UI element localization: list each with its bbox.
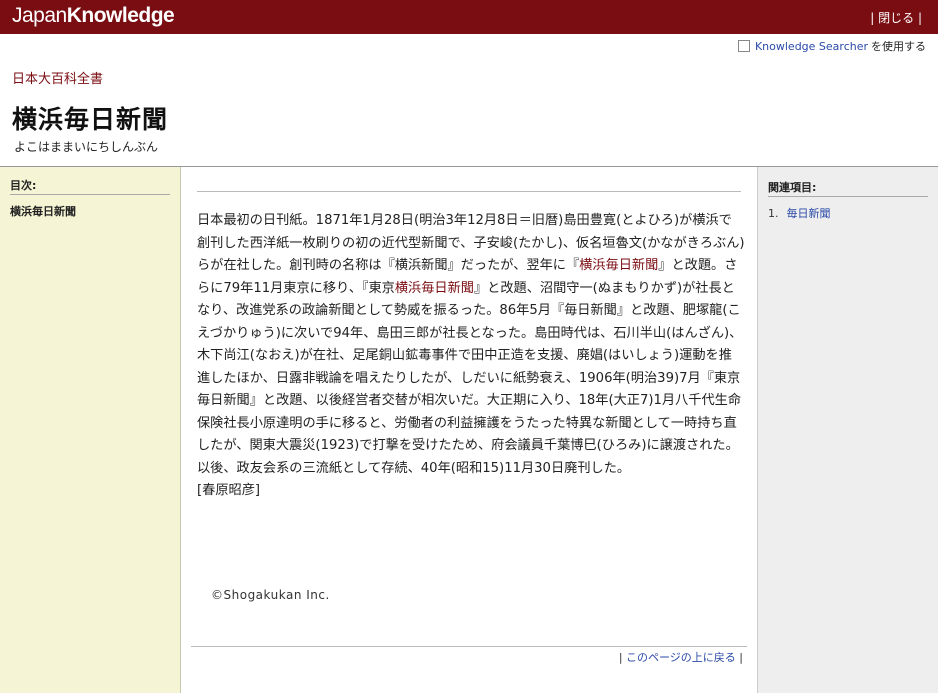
knowledge-searcher-suffix: を使用する [871, 40, 926, 53]
article-bottom-divider [191, 646, 747, 647]
toc-heading: 目次: [10, 179, 37, 192]
article-main: 日本最初の日刊紙。1871年1月28日(明治3年12月8日＝旧暦)島田豊寛(とよ… [181, 167, 757, 693]
title-reading: よこはままいにちしんぶん [14, 140, 159, 154]
body-link-yokohama-mainichi-2[interactable]: 横浜毎日新聞 [395, 281, 474, 296]
close-button[interactable]: | 閉じる | [870, 9, 922, 26]
toc-divider [10, 194, 170, 195]
top-bar: JapanKnowledge | 閉じる | [0, 0, 938, 34]
toc-sidebar: 目次: 横浜毎日新聞 [0, 167, 181, 693]
source-dictionary-label: 日本大百科全書 [12, 72, 104, 87]
page-title: 横浜毎日新聞 [12, 105, 169, 134]
knowledge-searcher-link[interactable]: Knowledge Searcher [755, 40, 868, 53]
toc-item[interactable]: 横浜毎日新聞 [10, 203, 76, 219]
article-top-divider [197, 191, 741, 192]
close-label[interactable]: | 閉じる | [870, 11, 922, 25]
body-link-yokohama-mainichi[interactable]: 横浜毎日新聞 [579, 258, 658, 273]
related-divider [768, 196, 928, 197]
related-item-number: 1. [768, 207, 779, 220]
related-item: 1. 毎日新聞 [768, 205, 831, 221]
article-author: [春原昭彦] [197, 483, 261, 498]
related-item-link[interactable]: 毎日新聞 [787, 207, 831, 220]
article-body: 日本最初の日刊紙。1871年1月28日(明治3年12月8日＝旧暦)島田豊寛(とよ… [197, 210, 745, 503]
body-text-3: 』と改題、沼間守一(ぬまもりかず)が社長となり、改進党系の政論新聞として勢威を振… [197, 280, 743, 476]
related-sidebar: 関連項目: 1. 毎日新聞 [757, 167, 938, 693]
back-to-top: | このページの上に戻る | [618, 651, 743, 664]
knowledge-searcher-checkbox[interactable] [737, 40, 750, 52]
logo-knowledge-text: Knowledge [66, 4, 175, 27]
japanknowledge-logo[interactable]: JapanKnowledge [12, 4, 175, 28]
related-heading: 関連項目: [768, 181, 817, 194]
knowledge-searcher-option: Knowledge Searcher を使用する [737, 38, 926, 54]
back-to-top-link[interactable]: このページの上に戻る [626, 651, 736, 664]
copyright-notice: ©Shogakukan Inc. [211, 588, 330, 602]
logo-japan-text: Japan [12, 4, 67, 27]
